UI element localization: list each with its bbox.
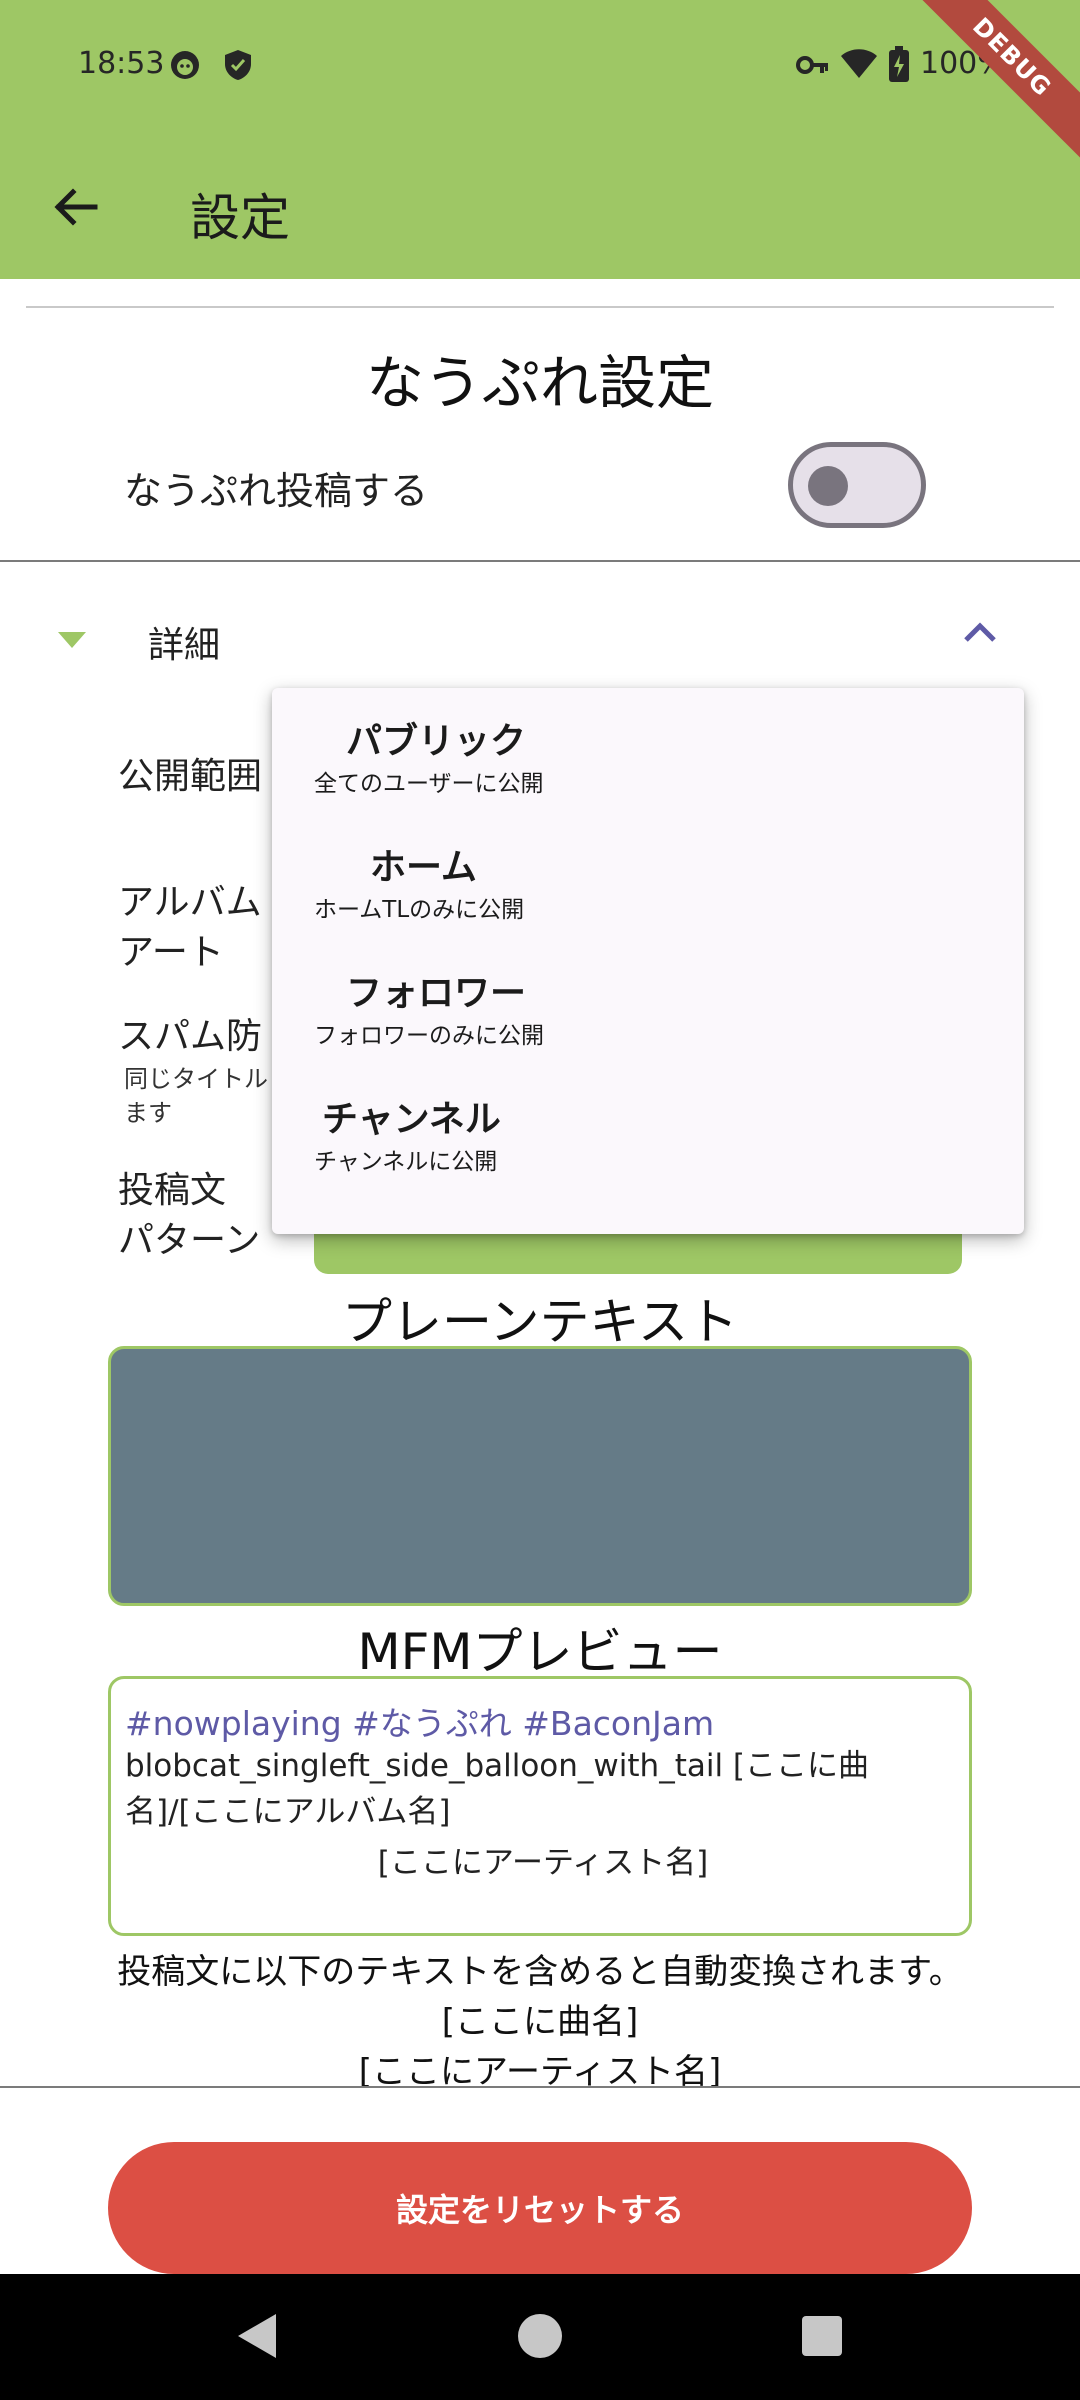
menu-item-subtitle: フォロワーのみに公開 bbox=[314, 1023, 544, 1049]
menu-item-title: フォロワー bbox=[346, 973, 527, 1014]
home-circle-icon[interactable] bbox=[516, 2312, 564, 2364]
mfm-preview-heading: MFMプレビュー bbox=[357, 1623, 723, 1681]
status-bar: 18:53 100% bbox=[0, 0, 1080, 130]
menu-item-title: パブリック bbox=[346, 721, 527, 762]
menu-item-title: チャンネル bbox=[322, 1099, 501, 1140]
system-nav-bar bbox=[0, 2274, 1080, 2400]
note-line2: [ここに曲名] bbox=[441, 2002, 639, 2042]
back-triangle-icon[interactable] bbox=[234, 2312, 278, 2364]
preview-body: blobcat_singleft_side_balloon_with_tail … bbox=[125, 1748, 870, 1830]
page-title: 設定 bbox=[190, 189, 290, 247]
details-label: 詳細 bbox=[148, 625, 221, 666]
details-expander[interactable]: 詳細 bbox=[0, 592, 1080, 682]
menu-item-subtitle: チャンネルに公開 bbox=[314, 1149, 498, 1175]
menu-item-channel[interactable]: チャンネル チャンネルに公開 bbox=[272, 1066, 1024, 1192]
menu-item-subtitle: ホームTLのみに公開 bbox=[314, 897, 525, 923]
divider-section bbox=[0, 560, 1080, 562]
visibility-dropdown-menu: パブリック 全てのユーザーに公開 ホーム ホームTLのみに公開 フォロワー フォ… bbox=[272, 688, 1024, 1234]
face-icon bbox=[168, 48, 202, 86]
wifi-icon bbox=[840, 48, 878, 84]
mfm-preview-box: #nowplaying #なうぷれ #BaconJam blobcat_sing… bbox=[108, 1676, 972, 1936]
plain-text-field[interactable] bbox=[108, 1346, 972, 1606]
visibility-label: 公開範囲 bbox=[118, 756, 263, 797]
shield-icon bbox=[222, 48, 254, 86]
menu-item-followers[interactable]: フォロワー フォロワーのみに公開 bbox=[272, 940, 1024, 1066]
spam-sub-line2: ます bbox=[124, 1099, 172, 1127]
album-art-label-line2: アート bbox=[118, 932, 224, 973]
status-time: 18:53 bbox=[78, 46, 165, 81]
vpn-key-icon bbox=[796, 52, 830, 82]
reset-settings-button[interactable]: 設定をリセットする bbox=[108, 2142, 972, 2274]
nowplaying-toggle[interactable] bbox=[788, 442, 926, 528]
preview-artist: [ここにアーティスト名] bbox=[377, 1845, 709, 1881]
menu-item-title: ホーム bbox=[370, 847, 477, 888]
toggle-knob bbox=[808, 466, 848, 506]
app-header: 18:53 100% DEBUG 設定 bbox=[0, 0, 1080, 279]
plain-text-heading: プレーンテキスト bbox=[342, 1293, 738, 1351]
menu-item-home[interactable]: ホーム ホームTLのみに公開 bbox=[272, 814, 1024, 940]
back-button[interactable] bbox=[40, 172, 110, 242]
divider-top bbox=[26, 306, 1054, 308]
chevron-up-icon[interactable] bbox=[962, 620, 998, 648]
spam-prevention-label: スパム防 bbox=[118, 1016, 263, 1057]
menu-item-subtitle: 全てのユーザーに公開 bbox=[314, 771, 544, 797]
triangle-down-icon bbox=[58, 632, 86, 652]
nowplaying-toggle-label: なうぷれ投稿する bbox=[124, 469, 429, 513]
battery-icon bbox=[888, 46, 910, 86]
divider-bottom bbox=[0, 2086, 1080, 2088]
note-line1: 投稿文に以下のテキストを含めると自動変換されます。 bbox=[117, 1952, 963, 1992]
section-title: なうぷれ設定 bbox=[365, 349, 714, 417]
preview-hashtags: #nowplaying #なうぷれ #BaconJam bbox=[125, 1704, 715, 1743]
spam-sub-line1: 同じタイトル bbox=[124, 1065, 268, 1093]
post-pattern-label-line1: 投稿文 bbox=[118, 1170, 227, 1211]
album-art-label-line1: アルバム bbox=[118, 882, 262, 923]
recents-square-icon[interactable] bbox=[802, 2316, 842, 2360]
arrow-back-icon bbox=[54, 188, 98, 226]
post-pattern-label-line2: パターン bbox=[118, 1220, 261, 1261]
menu-item-public[interactable]: パブリック 全てのユーザーに公開 bbox=[272, 688, 1024, 814]
